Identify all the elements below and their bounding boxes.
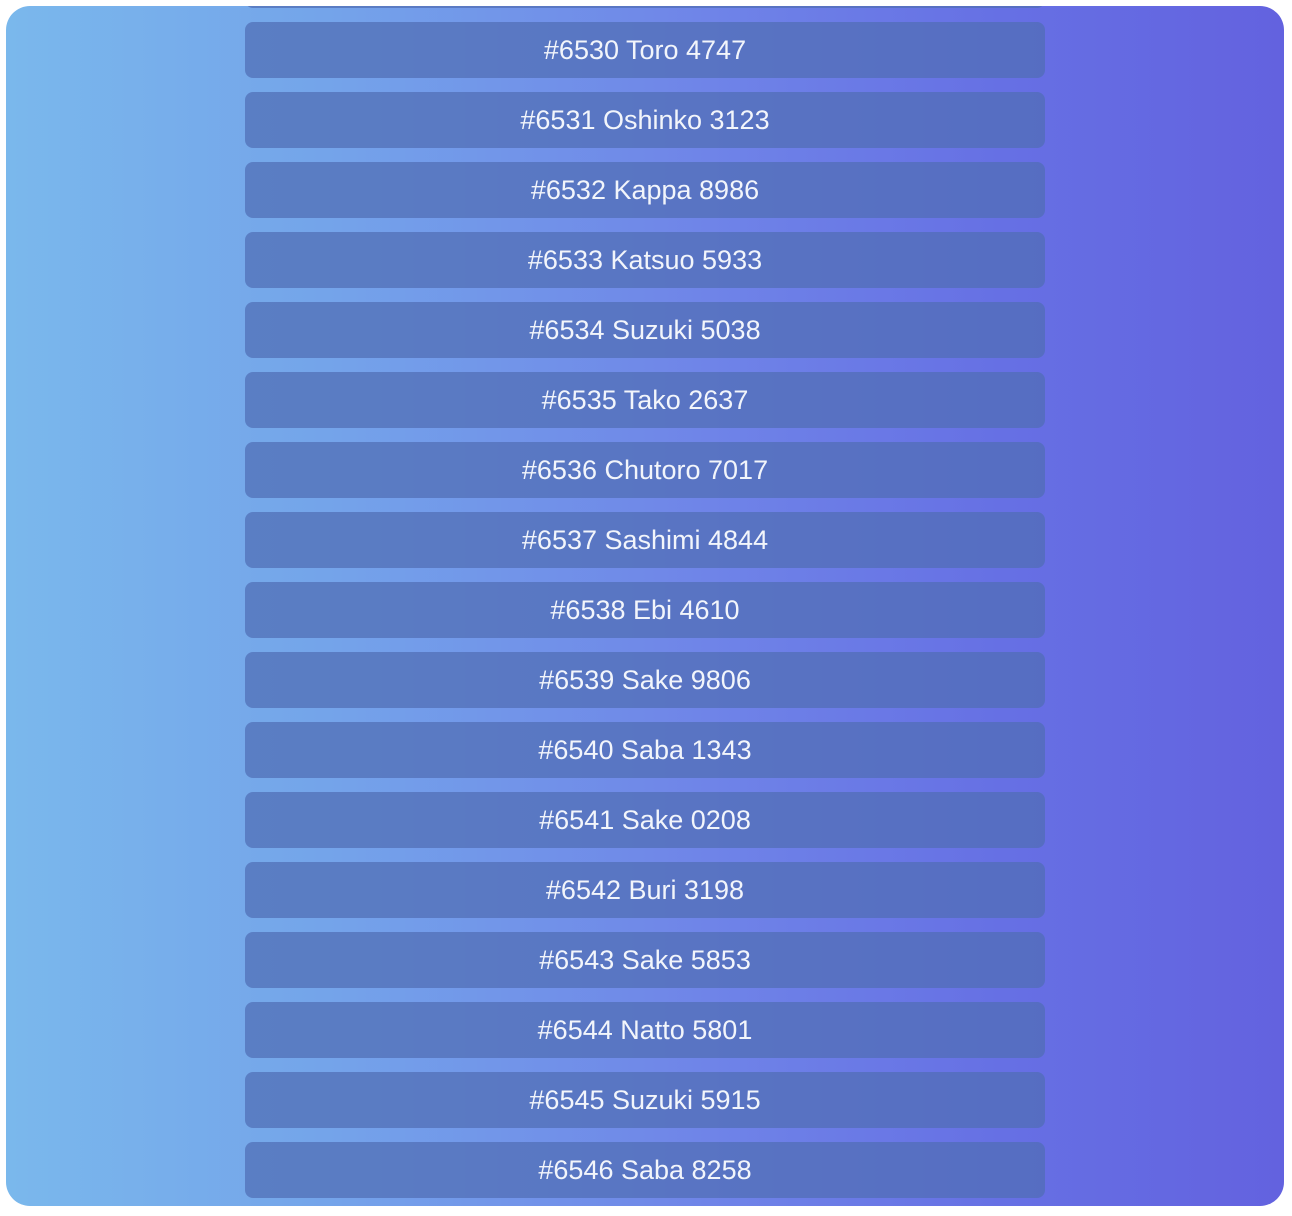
list-item[interactable]: #6532 Kappa 8986 xyxy=(245,162,1045,218)
item-list[interactable]: #6530 Toro 4747 #6531 Oshinko 3123 #6532… xyxy=(245,6,1045,1206)
list-item[interactable]: #6539 Sake 9806 xyxy=(245,652,1045,708)
list-item[interactable]: #6538 Ebi 4610 xyxy=(245,582,1045,638)
list-item[interactable]: #6530 Toro 4747 xyxy=(245,22,1045,78)
list-item[interactable]: #6544 Natto 5801 xyxy=(245,1002,1045,1058)
list-item[interactable]: #6533 Katsuo 5933 xyxy=(245,232,1045,288)
list-item[interactable]: #6543 Sake 5853 xyxy=(245,932,1045,988)
list-item[interactable]: #6545 Suzuki 5915 xyxy=(245,1072,1045,1128)
list-item[interactable]: #6541 Sake 0208 xyxy=(245,792,1045,848)
app-window: #6530 Toro 4747 #6531 Oshinko 3123 #6532… xyxy=(6,6,1284,1206)
list-item[interactable]: #6535 Tako 2637 xyxy=(245,372,1045,428)
list-item[interactable] xyxy=(245,6,1045,8)
list-item[interactable]: #6542 Buri 3198 xyxy=(245,862,1045,918)
list-item[interactable]: #6534 Suzuki 5038 xyxy=(245,302,1045,358)
list-item[interactable]: #6546 Saba 8258 xyxy=(245,1142,1045,1198)
list-item[interactable]: #6540 Saba 1343 xyxy=(245,722,1045,778)
list-item[interactable]: #6537 Sashimi 4844 xyxy=(245,512,1045,568)
list-item[interactable]: #6536 Chutoro 7017 xyxy=(245,442,1045,498)
list-item[interactable]: #6531 Oshinko 3123 xyxy=(245,92,1045,148)
